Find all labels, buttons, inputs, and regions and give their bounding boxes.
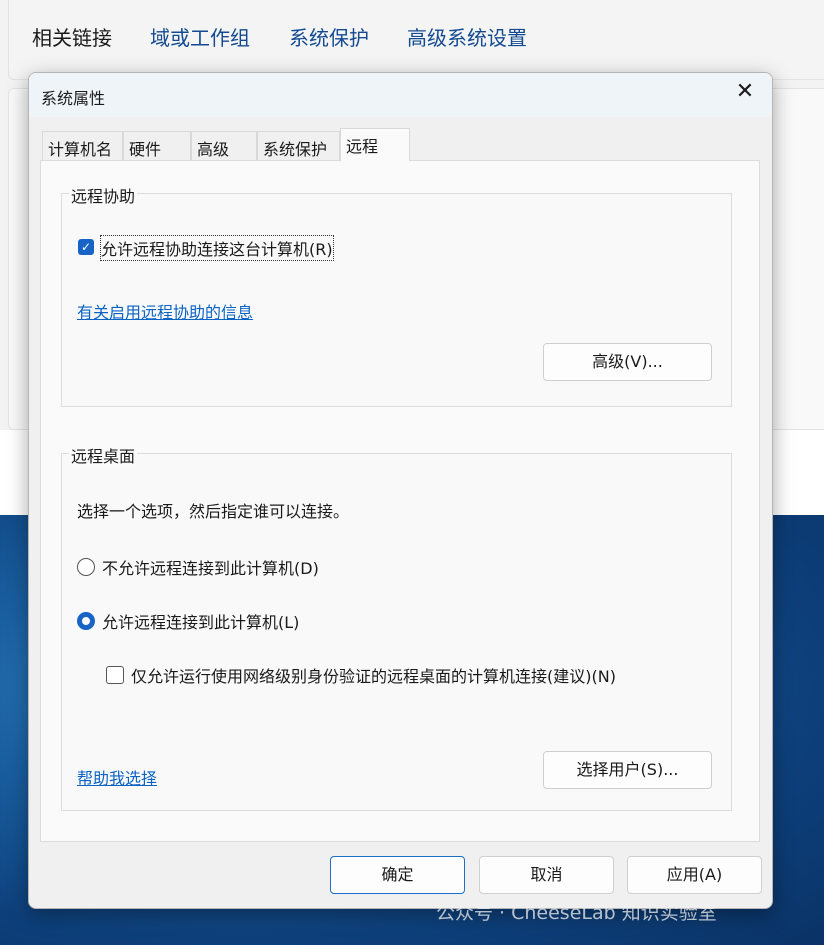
apply-button[interactable]: 应用(A) bbox=[627, 856, 762, 894]
tab-computer-name[interactable]: 计算机名 bbox=[42, 131, 123, 160]
close-icon[interactable]: ✕ bbox=[730, 79, 760, 104]
system-properties-dialog: 系统属性 ✕ 计算机名 硬件 高级 系统保护 远程 远程协助 ✓ 允许远程协助连… bbox=[28, 72, 773, 909]
tab-advanced[interactable]: 高级 bbox=[191, 131, 257, 160]
link-system-protection[interactable]: 系统保护 bbox=[289, 22, 369, 51]
ok-button[interactable]: 确定 bbox=[330, 856, 465, 894]
nla-checkbox[interactable] bbox=[106, 666, 124, 684]
deny-remote-label[interactable]: 不允许远程连接到此计算机(D) bbox=[102, 555, 319, 579]
dialog-title: 系统属性 bbox=[41, 89, 106, 108]
watermark: 公众号 · CheeseLab 知识实验室 bbox=[436, 902, 717, 924]
tab-hardware[interactable]: 硬件 bbox=[123, 131, 191, 160]
allow-remote-radio[interactable] bbox=[77, 612, 95, 630]
title-bar bbox=[29, 73, 772, 117]
remote-assistance-title: 远程协助 bbox=[69, 183, 138, 207]
tab-remote[interactable]: 远程 bbox=[340, 128, 410, 161]
deny-remote-radio[interactable] bbox=[77, 558, 95, 576]
related-links-label: 相关链接 bbox=[32, 26, 112, 50]
remote-assistance-info-link[interactable]: 有关启用远程协助的信息 bbox=[77, 299, 253, 323]
advanced-button[interactable]: 高级(V)... bbox=[543, 343, 712, 381]
tab-system-protection[interactable]: 系统保护 bbox=[257, 131, 340, 160]
remote-desktop-instruction: 选择一个选项，然后指定谁可以连接。 bbox=[77, 502, 350, 521]
link-advanced-system-settings[interactable]: 高级系统设置 bbox=[407, 22, 527, 51]
remote-tab-panel: 远程协助 ✓ 允许远程协助连接这台计算机(R) 有关启用远程协助的信息 高级(V… bbox=[40, 160, 760, 842]
select-users-button[interactable]: 选择用户(S)... bbox=[543, 751, 712, 789]
allow-remote-assistance-label[interactable]: 允许远程协助连接这台计算机(R) bbox=[100, 235, 334, 261]
cancel-button[interactable]: 取消 bbox=[479, 856, 614, 894]
link-domain-workgroup[interactable]: 域或工作组 bbox=[150, 22, 250, 51]
help-me-choose-link[interactable]: 帮助我选择 bbox=[77, 765, 157, 789]
allow-remote-label[interactable]: 允许远程连接到此计算机(L) bbox=[102, 609, 299, 633]
allow-remote-assistance-checkbox[interactable]: ✓ bbox=[78, 239, 94, 255]
nla-label[interactable]: 仅允许运行使用网络级别身份验证的远程桌面的计算机连接(建议)(N) bbox=[131, 663, 616, 687]
remote-desktop-title: 远程桌面 bbox=[69, 443, 138, 467]
